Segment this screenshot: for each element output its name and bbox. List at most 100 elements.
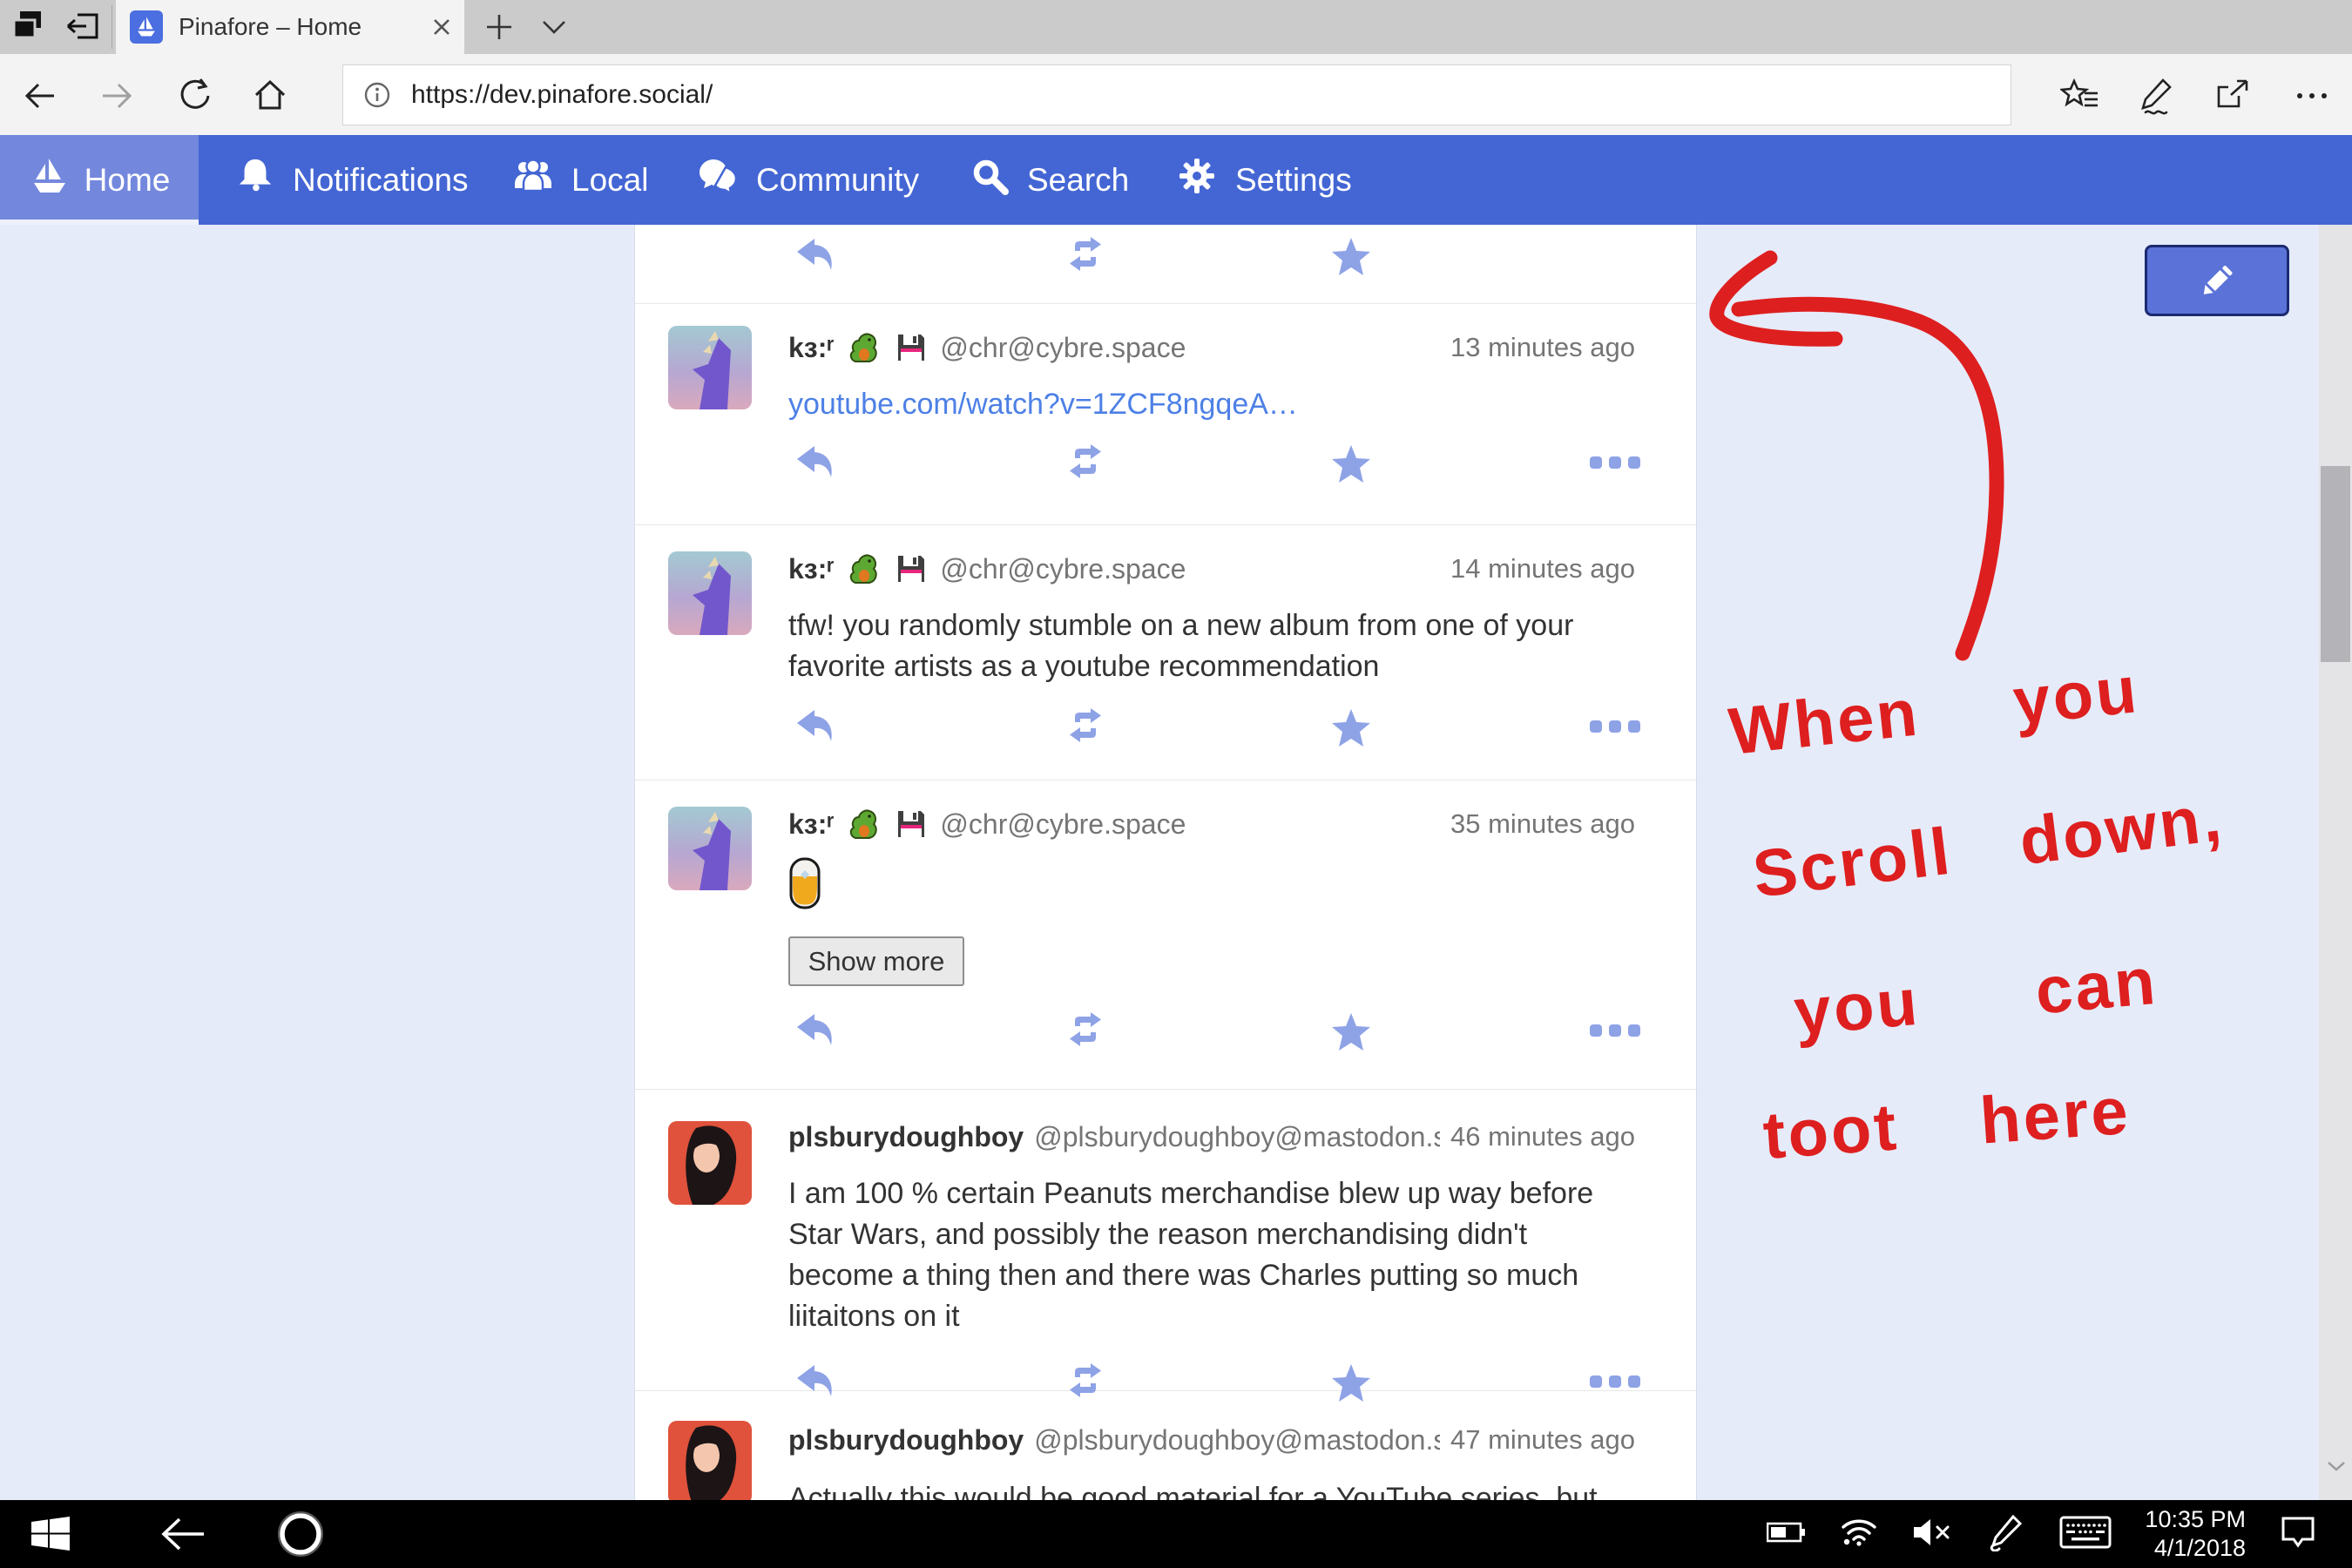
ellipsis-icon[interactable] <box>1590 455 1644 472</box>
svg-text:toot here: toot here <box>1761 1074 2132 1173</box>
hub-favorites-icon[interactable] <box>2059 75 2101 117</box>
ellipsis-icon[interactable] <box>1590 1023 1644 1040</box>
timeline-column: kз:ʳ @chr@cybre.space 13 minutes ago you… <box>634 225 1697 1500</box>
display-name[interactable]: kз:ʳ <box>788 553 834 585</box>
sailboat-icon <box>29 155 71 205</box>
reply-icon[interactable] <box>795 708 837 747</box>
boost-icon[interactable] <box>1064 708 1106 743</box>
browser-tab-strip: Pinafore – Home <box>0 0 2352 54</box>
wifi-icon[interactable] <box>1840 1517 1878 1552</box>
nav-tab-settings[interactable]: Settings <box>1176 135 1352 225</box>
timestamp[interactable]: 13 minutes ago <box>1450 332 1635 363</box>
timestamp[interactable]: 14 minutes ago <box>1450 553 1635 585</box>
browser-toolbar: https://dev.pinafore.social/ <box>0 54 2352 135</box>
tab-list-chevron-icon[interactable] <box>540 17 568 41</box>
home-icon[interactable] <box>249 75 291 117</box>
close-tab-icon[interactable] <box>431 17 452 37</box>
compose-toot-button[interactable] <box>2145 245 2289 316</box>
svg-text:you can: you can <box>1791 944 2160 1050</box>
ellipsis-icon[interactable] <box>1590 719 1644 736</box>
windows-start-icon[interactable] <box>24 1500 77 1568</box>
nav-tab-search[interactable]: Search <box>970 135 1129 225</box>
timestamp[interactable]: 35 minutes ago <box>1450 808 1635 840</box>
pinafore-nav: Home Notifications Local Community Sear <box>0 135 2352 225</box>
back-arrow-icon[interactable] <box>148 1500 218 1568</box>
avatar[interactable] <box>668 551 752 635</box>
nav-label: Community <box>756 162 919 199</box>
pencil-icon <box>2197 260 2237 301</box>
set-tabs-aside-icon[interactable] <box>63 9 103 45</box>
favorite-star-icon[interactable] <box>1330 237 1372 277</box>
info-icon[interactable] <box>362 80 392 110</box>
dragon-emoji <box>847 552 880 585</box>
boost-icon[interactable] <box>1064 444 1106 479</box>
show-more-button[interactable]: Show more <box>788 936 964 986</box>
avatar[interactable] <box>668 326 752 409</box>
nav-label: Notifications <box>293 162 469 199</box>
more-icon[interactable] <box>2291 75 2333 117</box>
nav-tab-home[interactable]: Home <box>0 135 199 225</box>
back-icon[interactable] <box>19 75 61 117</box>
nav-tab-local[interactable]: Local <box>512 135 648 225</box>
url-text[interactable]: https://dev.pinafore.social/ <box>411 80 713 110</box>
speaker-muted-icon[interactable] <box>1911 1516 1953 1553</box>
nav-tab-notifications[interactable]: Notifications <box>235 135 469 225</box>
scrollbar-thumb[interactable] <box>2321 466 2350 662</box>
cortana-icon[interactable] <box>270 1500 331 1568</box>
share-icon[interactable] <box>2213 75 2254 117</box>
ellipsis-icon[interactable] <box>1590 1374 1644 1391</box>
browser-tab[interactable]: Pinafore – Home <box>116 0 464 54</box>
boost-icon[interactable] <box>1064 237 1106 272</box>
boost-icon[interactable] <box>1064 1012 1106 1047</box>
account-handle[interactable]: @chr@cybre.space <box>940 332 1186 364</box>
display-name[interactable]: kз:ʳ <box>788 332 834 364</box>
account-handle[interactable]: @plsburydoughboy@mastodon.s… <box>1034 1424 1440 1456</box>
account-handle[interactable]: @plsburydoughboy@mastodon.s… <box>1034 1121 1440 1153</box>
url-bar[interactable]: https://dev.pinafore.social/ <box>342 64 2011 125</box>
display-name[interactable]: plsburydoughboy <box>788 1121 1024 1153</box>
display-name[interactable]: plsburydoughboy <box>788 1424 1024 1456</box>
tab-title: Pinafore – Home <box>179 13 419 41</box>
scrollbar-down-chevron-icon[interactable] <box>2326 1460 2347 1477</box>
account-handle[interactable]: @chr@cybre.space <box>940 808 1186 841</box>
favorite-star-icon[interactable] <box>1330 1012 1372 1052</box>
tabs-set-aside-icon[interactable] <box>9 9 49 45</box>
nav-label: Settings <box>1235 162 1352 199</box>
svg-text:Scroll down,: Scroll down, <box>1749 781 2227 912</box>
post: kз:ʳ @chr@cybre.space 14 minutes ago tfw… <box>635 525 1696 781</box>
avatar[interactable] <box>668 807 752 890</box>
post: plsburydoughboy @plsburydoughboy@mastodo… <box>635 1391 1696 1499</box>
clock-time: 10:35 PM <box>2145 1505 2246 1534</box>
clock[interactable]: 10:35 PM 4/1/2018 <box>2145 1505 2246 1563</box>
timestamp[interactable]: 47 minutes ago <box>1450 1424 1635 1456</box>
avatar[interactable] <box>668 1421 752 1500</box>
favorite-star-icon[interactable] <box>1330 708 1372 748</box>
pen-icon[interactable] <box>1986 1513 2026 1556</box>
web-note-icon[interactable] <box>2136 75 2178 117</box>
nav-tab-community[interactable]: Community <box>697 135 919 225</box>
windows-taskbar: 10:35 PM 4/1/2018 <box>0 1500 2352 1568</box>
floppy-disk-emoji <box>896 332 927 363</box>
reply-icon[interactable] <box>795 237 837 275</box>
battery-icon[interactable] <box>1767 1521 1807 1548</box>
forward-icon[interactable] <box>96 75 138 117</box>
reply-icon[interactable] <box>795 1012 837 1051</box>
toot-body: Actually this would be good material for… <box>788 1478 1635 1500</box>
post: kз:ʳ @chr@cybre.space 13 minutes ago you… <box>635 304 1696 525</box>
timestamp[interactable]: 46 minutes ago <box>1450 1121 1635 1152</box>
avatar[interactable] <box>668 1121 752 1205</box>
new-tab-icon[interactable] <box>484 12 514 46</box>
toot-link[interactable]: youtube.com/watch?v=1ZCF8ngqeA… <box>788 388 1298 421</box>
action-center-icon[interactable] <box>2279 1515 2317 1554</box>
touch-keyboard-icon[interactable] <box>2059 1514 2112 1555</box>
scrollbar[interactable] <box>2319 225 2352 1500</box>
floppy-disk-emoji <box>896 808 927 840</box>
favorite-star-icon[interactable] <box>1330 444 1372 484</box>
reply-icon[interactable] <box>795 444 837 483</box>
account-handle[interactable]: @chr@cybre.space <box>940 553 1186 585</box>
refresh-icon[interactable] <box>174 75 216 117</box>
floppy-disk-emoji <box>896 553 927 585</box>
display-name[interactable]: kз:ʳ <box>788 808 834 841</box>
page-content: kз:ʳ @chr@cybre.space 13 minutes ago you… <box>0 225 2352 1500</box>
svg-text:When you: When you <box>1726 652 2142 769</box>
